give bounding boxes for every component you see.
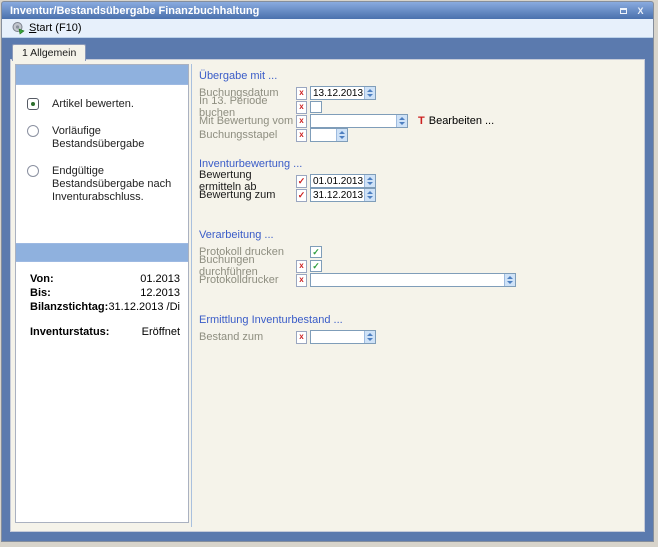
- window-title: Inventur/Bestandsübergabe Finanzbuchhalt…: [10, 5, 614, 17]
- form-area: Übergabe mit ... Buchungsdatum x 13.12.2…: [191, 64, 640, 527]
- section-title-verarbeitung: Verarbeitung ...: [199, 229, 640, 241]
- summary-label: Von:: [30, 273, 54, 286]
- section-title-uebergabe: Übergabe mit ...: [199, 70, 640, 82]
- left-stack: Artikel bewerten. Vorläufige Bestandsübe…: [15, 64, 189, 523]
- left-header-bar-middle: [16, 243, 188, 262]
- clear-field-icon[interactable]: x: [296, 87, 307, 100]
- field-label: Protokolldrucker: [199, 274, 296, 286]
- buchungsdatum-field[interactable]: 13.12.2013 /Fr: [310, 86, 376, 100]
- summary-value: Eröffnet: [142, 326, 180, 339]
- close-icon: X: [637, 6, 643, 16]
- option-label: Artikel bewerten.: [52, 98, 184, 111]
- row-bestand-zum: Bestand zum x: [199, 330, 640, 344]
- start-icon: [11, 21, 25, 35]
- tab-allgemein[interactable]: 1 Allgemein: [12, 44, 86, 61]
- summary-value: 01.2013: [140, 273, 180, 286]
- spinner-button[interactable]: [364, 331, 375, 343]
- option-label: Vorläufige Bestandsübergabe: [52, 125, 184, 151]
- spinner-button[interactable]: [336, 129, 347, 141]
- radio-icon[interactable]: [27, 165, 39, 177]
- start-button-label: Start (F10): [29, 22, 82, 34]
- option-label: Endgültige Bestandsübergabe nach Inventu…: [52, 165, 184, 204]
- edit-text-icon: T: [418, 115, 425, 127]
- spinner-button[interactable]: [504, 274, 515, 286]
- summary-label: Inventurstatus:: [30, 326, 109, 339]
- summary-value: 12.2013: [140, 287, 180, 300]
- period-summary: Von: 01.2013 Bis: 12.2013 Bilanzstichtag…: [16, 262, 188, 522]
- icon-spacer: [296, 246, 307, 259]
- clear-field-icon[interactable]: x: [296, 129, 307, 142]
- summary-value: 31.12.2013 /Di: [108, 301, 180, 314]
- buchungsstapel-field[interactable]: [310, 128, 348, 142]
- row-protokolldrucker: Protokolldrucker x: [199, 273, 640, 287]
- content-panel: Artikel bewerten. Vorläufige Bestandsübe…: [10, 59, 645, 532]
- field-label: Mit Bewertung vom: [199, 115, 296, 127]
- toolbar: Start (F10): [2, 19, 653, 38]
- restore-icon: [620, 8, 627, 14]
- row-bewertung-ab: Bewertung ermitteln ab ✓ 01.01.2013 /Di: [199, 174, 640, 188]
- radio-icon[interactable]: [27, 125, 39, 137]
- bearbeiten-label: Bearbeiten ...: [429, 115, 494, 127]
- row-buchungen-durchfuehren: Buchungen durchführen x ✓: [199, 259, 640, 273]
- bearbeiten-link[interactable]: T Bearbeiten ...: [418, 115, 494, 127]
- mit-bewertung-field[interactable]: [310, 114, 408, 128]
- clear-field-icon[interactable]: x: [296, 115, 307, 128]
- clear-field-icon[interactable]: x: [296, 331, 307, 344]
- left-column: Artikel bewerten. Vorläufige Bestandsübe…: [15, 64, 189, 523]
- field-label: Buchungsstapel: [199, 129, 296, 141]
- clear-field-icon[interactable]: x: [296, 274, 307, 287]
- option-vorlaeufige-uebergabe[interactable]: Vorläufige Bestandsübergabe: [25, 125, 184, 151]
- row-buchungsstapel: Buchungsstapel x: [199, 128, 640, 142]
- bewertung-ab-field[interactable]: 01.01.2013 /Di: [310, 174, 376, 188]
- protokoll-checkbox-checked[interactable]: ✓: [310, 246, 322, 258]
- bewertung-zum-field[interactable]: 31.12.2013 /Di: [310, 188, 376, 202]
- summary-row-von: Von: 01.2013: [30, 273, 180, 286]
- field-label: Bestand zum: [199, 331, 296, 343]
- app-window: Inventur/Bestandsübergabe Finanzbuchhalt…: [1, 1, 654, 542]
- mode-option-group: Artikel bewerten. Vorläufige Bestandsübe…: [16, 85, 188, 243]
- row-bewertung-zum: Bewertung zum ✓ 31.12.2013 /Di: [199, 188, 640, 202]
- radio-selected-icon[interactable]: [27, 98, 39, 110]
- restore-button[interactable]: [616, 4, 631, 17]
- row-13-periode: In 13. Periode buchen x: [199, 100, 640, 114]
- clear-field-icon[interactable]: x: [296, 260, 307, 273]
- option-endgueltige-uebergabe[interactable]: Endgültige Bestandsübergabe nach Inventu…: [25, 165, 184, 204]
- check-icon: ✓: [312, 248, 320, 257]
- spinner-button[interactable]: [396, 115, 407, 127]
- summary-label: Bis:: [30, 287, 51, 300]
- periode-checkbox-unchecked[interactable]: [310, 101, 322, 113]
- field-label: Bewertung zum: [199, 189, 296, 201]
- section-title-ermittlung: Ermittlung Inventurbestand ...: [199, 314, 640, 326]
- summary-row-bis: Bis: 12.2013: [30, 287, 180, 300]
- summary-row-inventurstatus: Inventurstatus: Eröffnet: [30, 326, 180, 339]
- confirm-field-icon[interactable]: ✓: [296, 189, 307, 202]
- summary-label: Bilanzstichtag:: [30, 301, 108, 314]
- title-bar: Inventur/Bestandsübergabe Finanzbuchhalt…: [2, 2, 653, 19]
- tab-row: 1 Allgemein: [10, 42, 645, 59]
- row-mit-bewertung: Mit Bewertung vom x T Bearbeiten ...: [199, 114, 640, 128]
- spinner-button[interactable]: [364, 87, 375, 99]
- bestand-zum-field[interactable]: [310, 330, 376, 344]
- protokolldrucker-field[interactable]: [310, 273, 516, 287]
- summary-row-bilanzstichtag: Bilanzstichtag: 31.12.2013 /Di: [30, 301, 180, 314]
- buchungen-checkbox-checked[interactable]: ✓: [310, 260, 322, 272]
- confirm-field-icon[interactable]: ✓: [296, 175, 307, 188]
- option-artikel-bewerten[interactable]: Artikel bewerten.: [25, 98, 184, 111]
- spinner-button[interactable]: [364, 175, 375, 187]
- main-area: 1 Allgemein Artikel bewerten. Vorläufige…: [2, 38, 653, 541]
- close-button[interactable]: X: [633, 4, 648, 17]
- clear-field-icon[interactable]: x: [296, 101, 307, 114]
- left-header-bar-top: [16, 65, 188, 85]
- check-icon: ✓: [312, 262, 320, 271]
- start-button[interactable]: Start (F10): [6, 20, 87, 36]
- spinner-button[interactable]: [364, 189, 375, 201]
